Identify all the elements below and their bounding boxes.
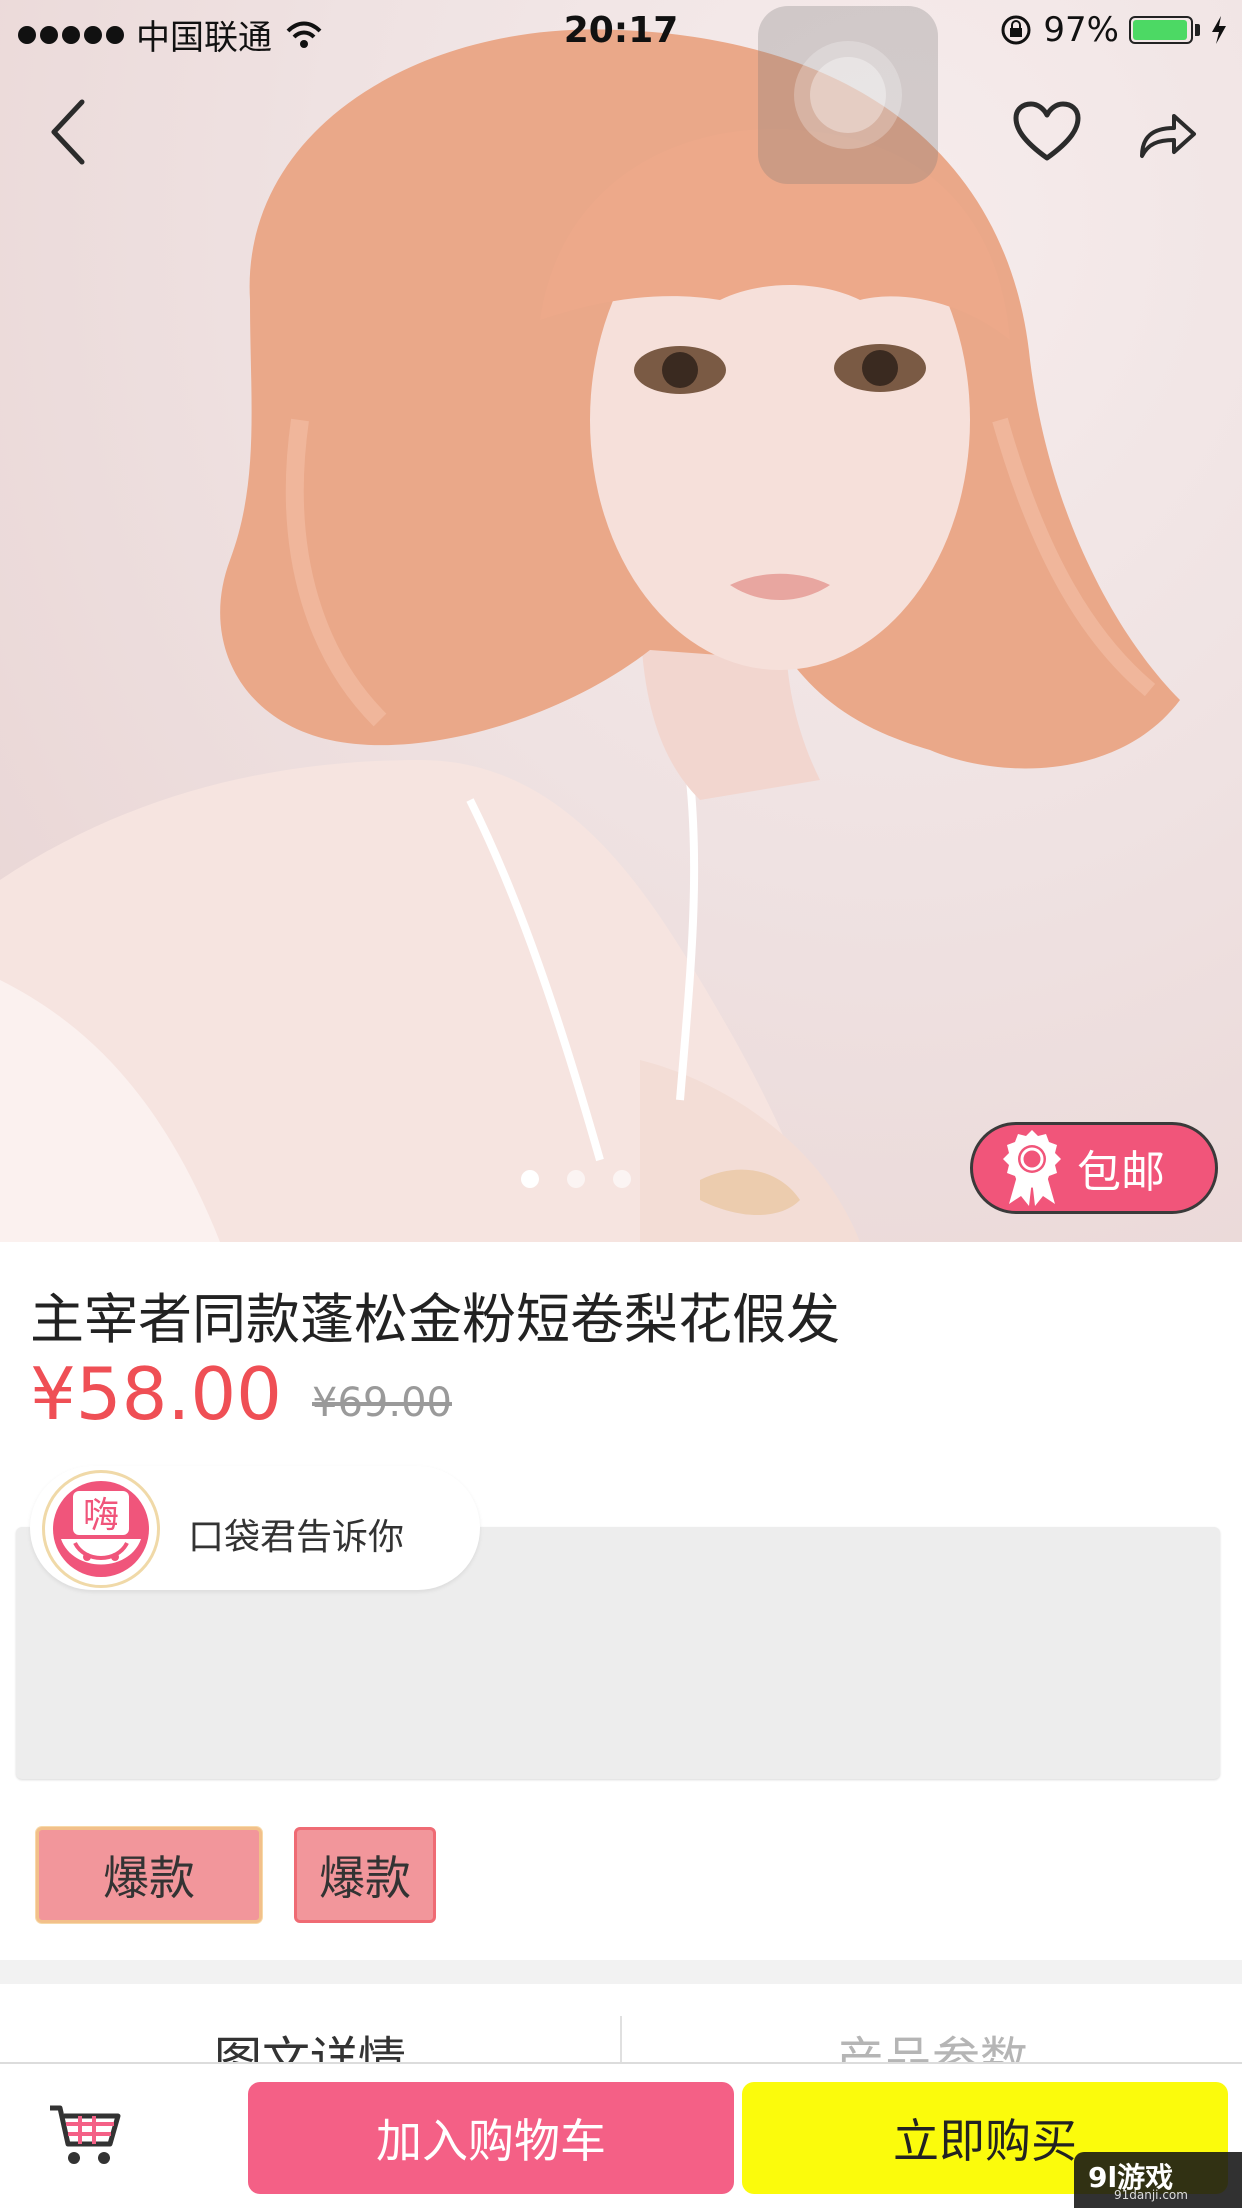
shopping-cart-icon[interactable] — [48, 2102, 122, 2168]
heart-outline-icon[interactable] — [1012, 100, 1082, 164]
status-right: 97% — [999, 10, 1228, 50]
back-chevron-icon[interactable] — [40, 92, 100, 172]
assistive-touch-button[interactable] — [758, 6, 938, 184]
status-bar: 中国联通 20:17 97% — [0, 0, 1242, 62]
battery-icon — [1129, 16, 1193, 44]
avatar: 嗨 — [42, 1470, 160, 1588]
product-price: ¥58.00 — [30, 1352, 282, 1436]
pager-dot[interactable] — [521, 1170, 539, 1188]
pager-dot[interactable] — [567, 1170, 585, 1188]
rotation-lock-icon — [1001, 15, 1031, 45]
section-divider — [0, 1960, 1242, 1984]
free-shipping-badge: 包邮 — [970, 1122, 1218, 1214]
pager-dot[interactable] — [613, 1170, 631, 1188]
original-price: ¥69.00 — [312, 1380, 452, 1426]
badge-label: 包邮 — [1077, 1147, 1165, 1198]
tag-hot-2[interactable]: 爆款 — [294, 1827, 436, 1923]
share-arrow-icon[interactable] — [1136, 108, 1198, 162]
product-image[interactable] — [0, 0, 1242, 1242]
tip-title: 口袋君告诉你 — [188, 1517, 405, 1558]
watermark-url: 91danji.com — [1114, 2188, 1188, 2202]
charging-bolt-icon — [1212, 16, 1226, 44]
add-to-cart-button[interactable]: 加入购物车 — [248, 2082, 734, 2194]
product-title: 主宰者同款蓬松金粉短卷梨花假发 — [30, 1288, 840, 1351]
mascot-logo-icon: 嗨 — [61, 1491, 141, 1565]
battery-fill — [1133, 20, 1188, 40]
battery-tip — [1195, 24, 1200, 36]
ribbon-award-icon — [1003, 1130, 1061, 1206]
product-photo — [0, 29, 1180, 1242]
avatar-glyph: 嗨 — [83, 1495, 119, 1536]
tag-hot-1[interactable]: 爆款 — [36, 1827, 262, 1923]
bottom-action-bar: 加入购物车 立即购买 — [0, 2062, 1242, 2210]
battery-percent: 97% — [1043, 10, 1119, 50]
site-watermark: 9l游戏 91danji.com — [1074, 2152, 1242, 2208]
